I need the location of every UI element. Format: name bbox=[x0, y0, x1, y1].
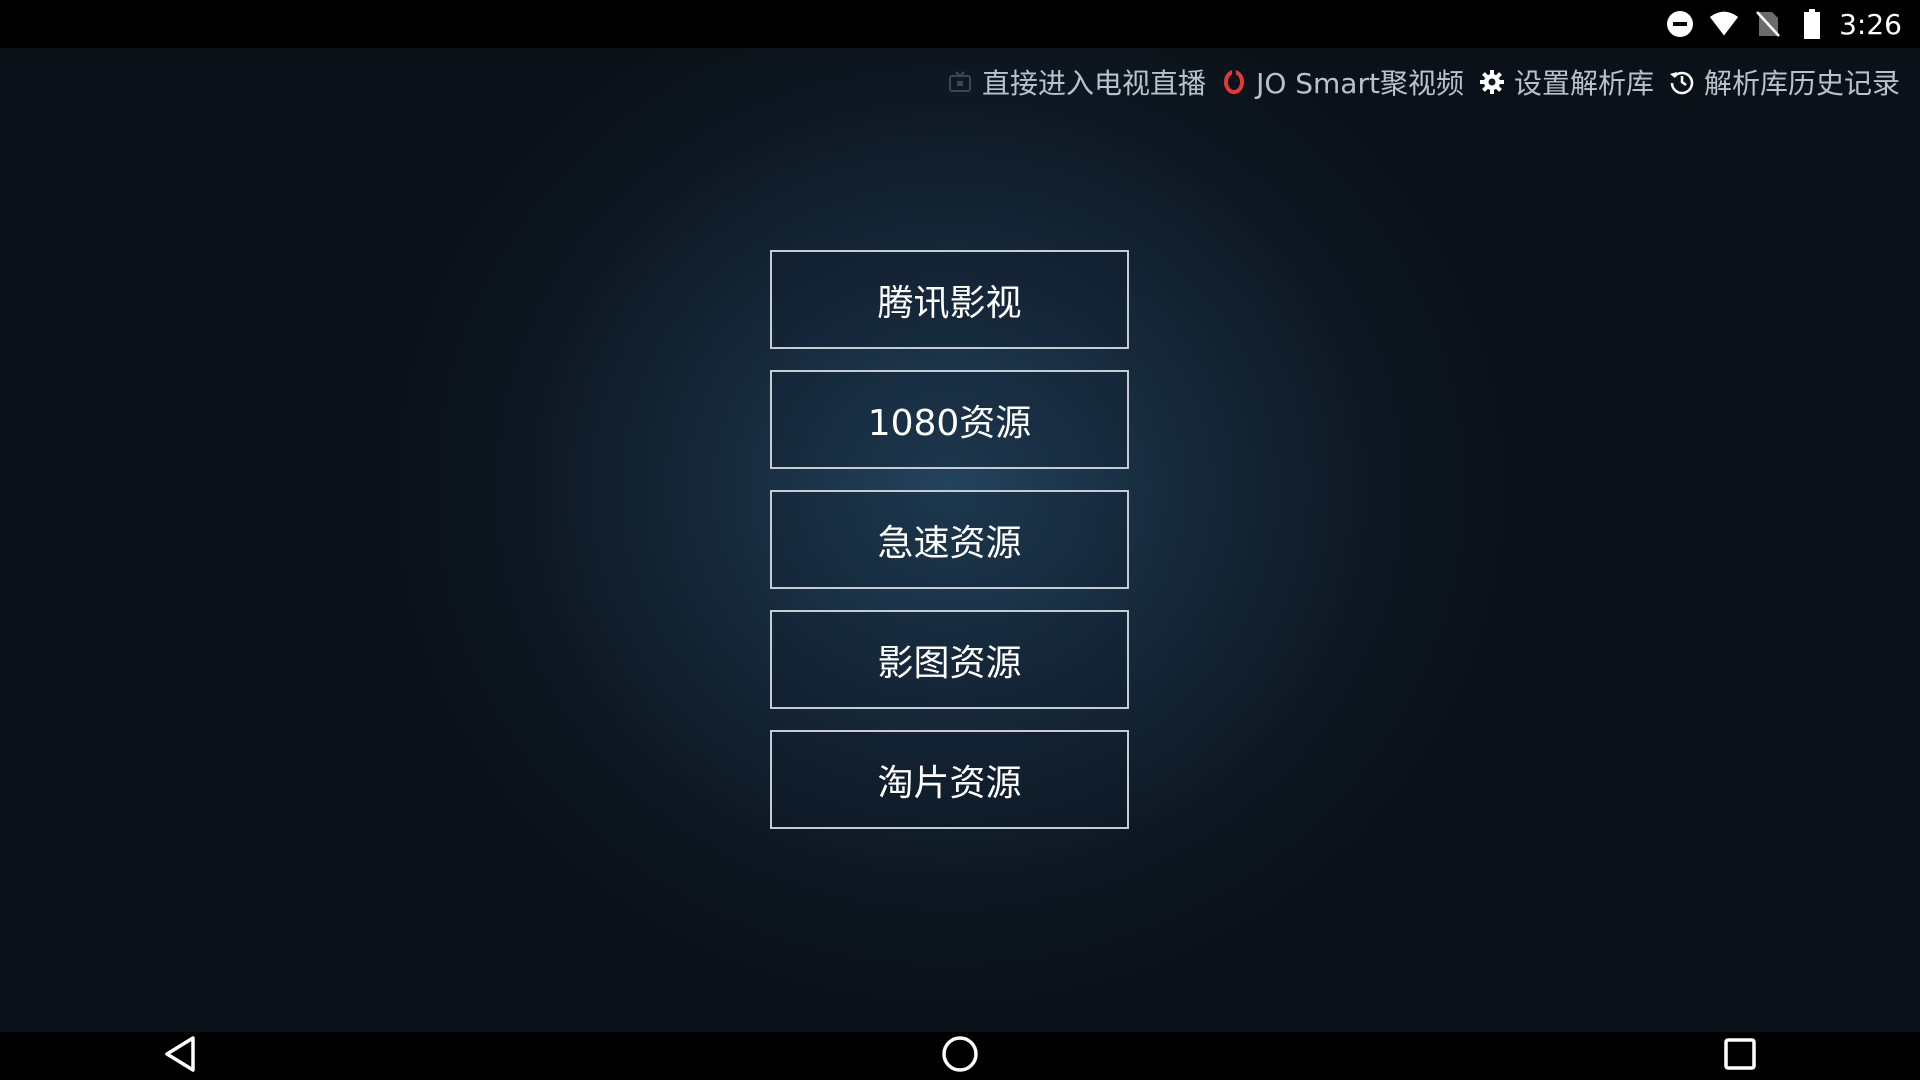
gear-icon bbox=[1478, 68, 1506, 96]
source-1080-button[interactable]: 1080资源 bbox=[770, 370, 1129, 469]
battery-icon bbox=[1797, 9, 1827, 39]
do-not-disturb-icon bbox=[1665, 9, 1695, 39]
source-menu: 腾讯影视 1080资源 急速资源 影图资源 淘片资源 bbox=[770, 250, 1129, 850]
tv-live-link[interactable]: 直接进入电视直播 bbox=[946, 62, 1206, 102]
yingtu-source-button[interactable]: 影图资源 bbox=[770, 610, 1129, 709]
tv-icon bbox=[946, 68, 974, 96]
parser-history-label: 解析库历史记录 bbox=[1703, 67, 1900, 100]
fast-source-button[interactable]: 急速资源 bbox=[770, 490, 1129, 589]
recents-icon bbox=[1722, 1036, 1758, 1076]
main-area: 直接进入电视直播 JO Smart聚视频 设置解析库 解析库历史记录 腾讯影视 … bbox=[0, 48, 1920, 1032]
top-toolbar: 直接进入电视直播 JO Smart聚视频 设置解析库 解析库历史记录 bbox=[932, 58, 1900, 106]
back-button[interactable] bbox=[150, 1036, 210, 1076]
recents-button[interactable] bbox=[1710, 1036, 1770, 1076]
no-sim-icon bbox=[1753, 9, 1783, 39]
back-icon bbox=[163, 1035, 197, 1077]
navigation-bar bbox=[0, 1032, 1920, 1080]
history-icon bbox=[1668, 68, 1696, 96]
status-bar: 3:26 bbox=[0, 0, 1920, 48]
tv-live-label: 直接进入电视直播 bbox=[982, 67, 1207, 100]
parser-history-link[interactable]: 解析库历史记录 bbox=[1668, 62, 1900, 102]
wifi-icon bbox=[1709, 9, 1739, 39]
jo-smart-link[interactable]: JO Smart聚视频 bbox=[1220, 62, 1464, 102]
set-parser-label: 设置解析库 bbox=[1513, 67, 1654, 100]
screen: 3:26 直接进入电视直播 JO Smart聚视频 设置解析库 解析库历史记录 … bbox=[0, 0, 1920, 1080]
taopian-source-button[interactable]: 淘片资源 bbox=[770, 730, 1129, 829]
tencent-video-button[interactable]: 腾讯影视 bbox=[770, 250, 1129, 349]
status-clock: 3:26 bbox=[1839, 7, 1902, 41]
set-parser-link[interactable]: 设置解析库 bbox=[1478, 62, 1654, 102]
home-icon bbox=[940, 1034, 980, 1078]
home-button[interactable] bbox=[930, 1036, 990, 1076]
jo-smart-icon bbox=[1220, 68, 1248, 96]
jo-smart-label: JO Smart聚视频 bbox=[1256, 67, 1464, 100]
